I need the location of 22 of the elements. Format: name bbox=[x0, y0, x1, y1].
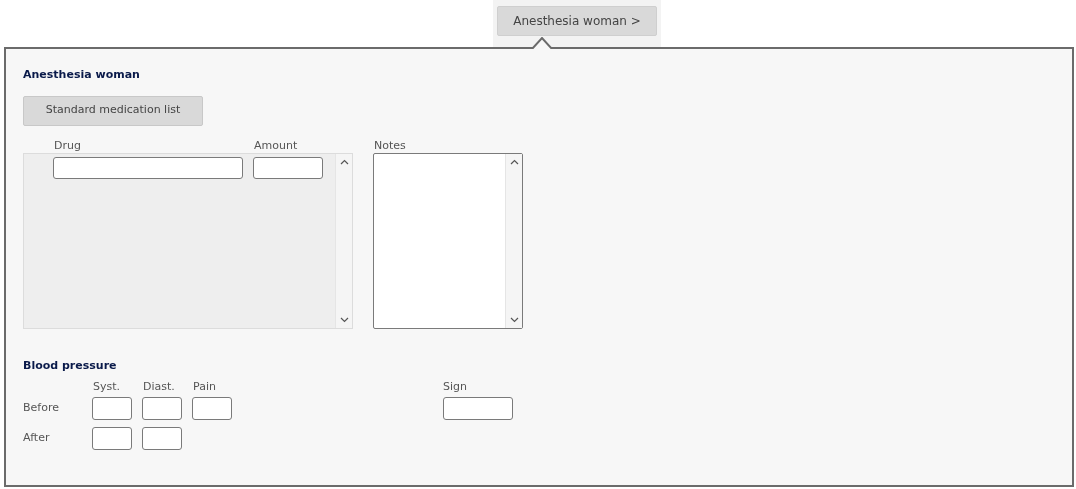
pressure-input-field[interactable] bbox=[142, 396, 182, 420]
sign-input-field[interactable] bbox=[443, 396, 513, 420]
drug-input-field[interactable] bbox=[53, 156, 243, 179]
amount-column-label: Amount bbox=[254, 137, 298, 153]
pressure-input-field[interactable] bbox=[92, 396, 132, 420]
sign-label: Sign bbox=[443, 379, 468, 393]
standard-medication-list-button[interactable]: Standard medication list bbox=[23, 95, 203, 126]
column-label: Diast. bbox=[142, 379, 176, 393]
popup-title: Anesthesia woman bbox=[23, 67, 141, 83]
drug-column-label: Drug bbox=[54, 137, 82, 153]
pressure-input-field[interactable] bbox=[192, 396, 232, 420]
row-label: After bbox=[23, 429, 51, 446]
column-label: Pain bbox=[192, 379, 217, 393]
notes-textarea[interactable] bbox=[373, 152, 523, 329]
anesthesia-popup-button[interactable]: Anesthesia woman > bbox=[497, 6, 657, 36]
row-label: Before bbox=[23, 399, 60, 416]
column-label: Syst. bbox=[92, 379, 122, 393]
pressure-input-field[interactable] bbox=[142, 426, 182, 450]
notes-label: Notes bbox=[374, 137, 407, 153]
pressure-input-field[interactable] bbox=[92, 426, 132, 450]
amount-input-field[interactable] bbox=[253, 156, 323, 179]
blood-pressure-title: Blood pressure bbox=[23, 357, 118, 374]
